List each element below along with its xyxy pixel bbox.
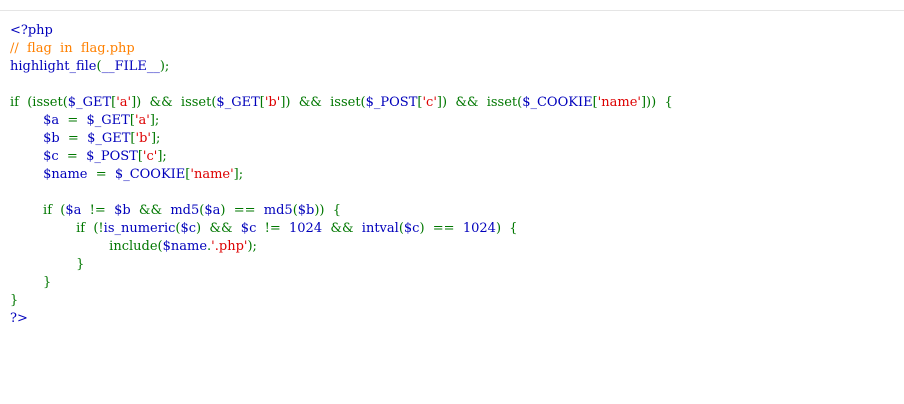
code-token: !=: [89, 203, 115, 218]
code-line: if (!is_numeric($c) && $c != 1024 && int…: [10, 220, 673, 238]
code-token: }: [10, 275, 52, 290]
code-token: );: [159, 59, 170, 74]
code-token: !=: [264, 221, 290, 236]
code-token: $a: [204, 203, 221, 218]
code-token: &&: [330, 221, 362, 236]
code-token: ];: [150, 131, 161, 146]
code-token: }: [10, 293, 19, 308]
code-token: $b: [297, 203, 315, 218]
code-token: ) ==: [220, 203, 264, 218]
code-token: $name: [43, 167, 96, 182]
code-token: <?php: [10, 23, 53, 38]
code-token: ?>: [10, 311, 28, 326]
code-token: }: [10, 257, 85, 272]
code-line: }: [10, 292, 673, 310]
code-token: $_COOKIE: [522, 95, 593, 110]
code-token: $c: [403, 221, 420, 236]
code-token: 'b': [264, 95, 281, 110]
code-token: ];: [233, 167, 244, 182]
code-token: $c: [43, 149, 67, 164]
code-token: 1024: [289, 221, 331, 236]
code-line: highlight_file(__FILE__);: [10, 58, 673, 76]
code-token: $_COOKIE: [114, 167, 186, 182]
code-token: 'name': [597, 95, 641, 110]
code-token: $b: [43, 131, 68, 146]
code-token: $_GET: [216, 95, 260, 110]
code-line: }: [10, 256, 673, 274]
top-divider: [0, 10, 904, 11]
code-token: 'a': [134, 113, 150, 128]
code-token: $name: [162, 239, 208, 254]
code-token: $c: [240, 221, 265, 236]
code-token: ]) && isset(: [280, 95, 366, 110]
code-token: 'a': [116, 95, 132, 110]
code-token: include(: [10, 239, 163, 254]
code-line: $a = $_GET['a'];: [10, 112, 673, 130]
code-token: $_GET: [87, 131, 131, 146]
code-token: $_GET: [86, 113, 130, 128]
code-token: $_POST: [365, 95, 418, 110]
code-token: ) {: [495, 221, 518, 236]
code-token: ])) {: [640, 95, 673, 110]
code-line: }: [10, 274, 673, 292]
code-token: $a: [43, 113, 68, 128]
code-token: ];: [157, 149, 167, 164]
code-token: =: [67, 113, 87, 128]
code-token: &&: [138, 203, 171, 218]
code-line: include($name.'.php');: [10, 238, 673, 256]
code-token: // flag in flag.php: [10, 41, 135, 56]
code-token: if (: [10, 203, 66, 218]
code-token: $_POST: [86, 149, 138, 164]
code-token: highlight_file: [10, 59, 97, 74]
code-line: $b = $_GET['b'];: [10, 130, 673, 148]
code-token: ];: [149, 113, 160, 128]
code-line: $c = $_POST['c'];: [10, 148, 673, 166]
code-token: $c: [180, 221, 197, 236]
code-token: intval: [361, 221, 399, 236]
code-token: md5: [263, 203, 293, 218]
code-line: // flag in flag.php: [10, 40, 673, 58]
code-token: 'b': [135, 131, 151, 146]
code-token: );: [247, 239, 257, 254]
code-token: 1024: [462, 221, 496, 236]
code-token: 'name': [190, 167, 234, 182]
code-token: ]) && isset(: [436, 95, 523, 110]
code-token: 'c': [422, 95, 437, 110]
highlighted-source-code: <?php // flag in flag.php highlight_file(_…: [10, 22, 673, 328]
code-token: $_GET: [67, 95, 112, 110]
code-token: '.php': [211, 239, 248, 254]
code-token: 'c': [142, 149, 158, 164]
code-line: ?>: [10, 310, 673, 328]
code-line: if (isset($_GET['a']) && isset($_GET['b'…: [10, 94, 673, 112]
code-token: ]) && isset(: [131, 95, 217, 110]
code-token: __FILE__: [101, 59, 160, 74]
code-token: )) {: [314, 203, 342, 218]
code-token: $a: [65, 203, 90, 218]
code-token: md5: [170, 203, 200, 218]
code-token: ) &&: [196, 221, 241, 236]
code-token: ) ==: [419, 221, 463, 236]
code-token: if (isset(: [10, 95, 68, 110]
code-token: is_numeric: [103, 221, 176, 236]
code-token: =: [66, 149, 87, 164]
code-token: $b: [114, 203, 139, 218]
code-line: $name = $_COOKIE['name'];: [10, 166, 673, 184]
code-token: if (!: [10, 221, 104, 236]
code-line: <?php: [10, 22, 673, 40]
code-line: if ($a != $b && md5($a) == md5($b)) {: [10, 202, 673, 220]
code-token: =: [95, 167, 115, 182]
code-token: =: [67, 131, 88, 146]
